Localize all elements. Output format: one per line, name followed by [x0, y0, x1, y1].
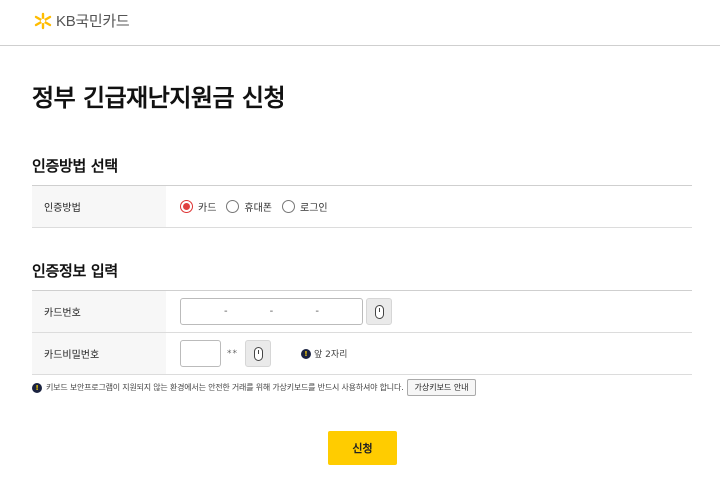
radio-phone-label: 휴대폰	[244, 203, 273, 214]
card-number-separator-2: -	[269, 306, 274, 317]
card-number-separator-1: -	[224, 306, 228, 317]
card-password-label: 카드비밀번호	[32, 333, 166, 374]
auth-method-options: 카드 휴대폰 로그인	[166, 186, 692, 227]
card-password-row: 카드비밀번호 ** ! 앞 2자리	[32, 333, 692, 375]
brand-name: KB국민카드	[56, 13, 130, 30]
info-icon: !	[32, 382, 42, 393]
radio-phone-circle[interactable]	[226, 200, 240, 213]
card-number-separator-3: -	[315, 306, 319, 317]
card-number-input[interactable]: - - -	[180, 298, 363, 325]
card-number-cell: - - -	[166, 291, 692, 332]
card-number-virtual-keyboard-button[interactable]	[366, 298, 392, 325]
radio-login-circle[interactable]	[282, 200, 296, 213]
kb-star-logo-icon	[34, 12, 52, 29]
page-title: 정부 긴급재난지원금 신청	[32, 84, 286, 112]
radio-login-label: 로그인	[300, 203, 328, 214]
card-number-label: 카드번호	[32, 291, 166, 332]
auth-method-table: 인증방법 카드 휴대폰 로그인	[32, 185, 692, 228]
radio-card-circle[interactable]	[180, 200, 193, 213]
info-icon: !	[301, 348, 311, 359]
password-hint-text: 앞 2자리	[314, 350, 348, 360]
radio-card[interactable]: 카드	[180, 199, 216, 214]
password-mask: **	[227, 348, 238, 359]
radio-login[interactable]: 로그인	[282, 199, 328, 214]
submit-button[interactable]: 신청	[328, 431, 397, 465]
auth-method-row: 인증방법 카드 휴대폰 로그인	[32, 186, 692, 228]
notice-text: 키보드 보안프로그램이 지원되지 않는 환경에서는 안전한 거래를 위해 가상키…	[46, 383, 404, 392]
virtual-keyboard-notice: ! 키보드 보안프로그램이 지원되지 않는 환경에서는 안전한 거래를 위해 가…	[32, 379, 476, 396]
kb-logo[interactable]: KB국민카드	[33, 10, 130, 31]
auth-method-radio-group: 카드 휴대폰 로그인	[180, 199, 338, 214]
mouse-icon	[253, 346, 263, 361]
card-number-row: 카드번호 - - -	[32, 291, 692, 333]
radio-phone[interactable]: 휴대폰	[226, 199, 272, 214]
radio-card-label: 카드	[198, 203, 217, 214]
auth-method-section-title: 인증방법 선택	[32, 157, 118, 175]
card-password-input[interactable]	[180, 340, 221, 367]
auth-info-table: 카드번호 - - - 카드비밀번호 ** ! 앞 2자리	[32, 290, 692, 375]
virtual-keyboard-guide-button[interactable]: 가상키보드 안내	[407, 379, 476, 396]
auth-method-label: 인증방법	[32, 186, 166, 227]
card-password-cell: ** ! 앞 2자리	[166, 333, 692, 374]
auth-info-section-title: 인증정보 입력	[32, 262, 118, 280]
header: KB국민카드	[0, 0, 720, 46]
card-password-virtual-keyboard-button[interactable]	[245, 340, 271, 367]
mouse-icon	[374, 304, 384, 319]
password-hint: ! 앞 2자리	[301, 347, 347, 360]
